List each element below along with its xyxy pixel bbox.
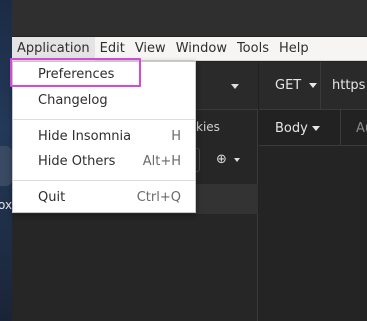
add-request-icon[interactable]: ⊕ xyxy=(216,152,227,167)
menu-application[interactable]: Application xyxy=(12,36,95,61)
desktop-icon[interactable] xyxy=(0,146,12,186)
preferences-highlight-box xyxy=(10,58,141,87)
menu-item-label: Changelog xyxy=(38,93,108,108)
window-titlebar[interactable] xyxy=(12,0,367,36)
add-dropdown-caret-icon[interactable] xyxy=(234,158,240,162)
menu-item-label: Hide Insomnia xyxy=(38,129,132,144)
menu-item-hide-others[interactable]: Hide Others Alt+H xyxy=(13,150,195,174)
menu-item-shortcut: H xyxy=(171,129,181,144)
menu-view[interactable]: View xyxy=(130,37,171,61)
menu-item-changelog[interactable]: Changelog xyxy=(13,89,195,113)
menu-edit[interactable]: Edit xyxy=(95,37,130,61)
method-selector[interactable]: GET xyxy=(275,78,301,93)
menu-window[interactable]: Window xyxy=(171,37,232,61)
method-caret-icon[interactable] xyxy=(309,83,317,88)
menu-item-shortcut: Ctrl+Q xyxy=(136,190,181,205)
request-body-panel xyxy=(259,146,367,321)
url-input[interactable]: https: xyxy=(332,78,367,93)
menu-separator xyxy=(13,180,195,181)
menu-item-shortcut: Alt+H xyxy=(142,154,181,169)
tab-body[interactable]: Body xyxy=(275,121,308,136)
menu-separator xyxy=(13,119,195,120)
tab-auth[interactable]: Au xyxy=(356,121,367,136)
tab-divider xyxy=(340,110,341,146)
url-divider xyxy=(320,62,321,110)
cookies-link[interactable]: kies xyxy=(196,120,220,134)
desktop-icon-label: ox xyxy=(0,198,13,212)
menu-help[interactable]: Help xyxy=(274,37,314,61)
menu-item-hide-insomnia[interactable]: Hide Insomnia H xyxy=(13,125,195,149)
menu-tools[interactable]: Tools xyxy=(232,37,274,61)
workspace-dropdown-caret-icon[interactable] xyxy=(231,84,239,89)
menu-item-label: Hide Others xyxy=(38,154,116,169)
menu-item-quit[interactable]: Quit Ctrl+Q xyxy=(13,186,195,210)
menu-item-label: Quit xyxy=(38,190,66,205)
body-caret-icon[interactable] xyxy=(312,126,320,131)
